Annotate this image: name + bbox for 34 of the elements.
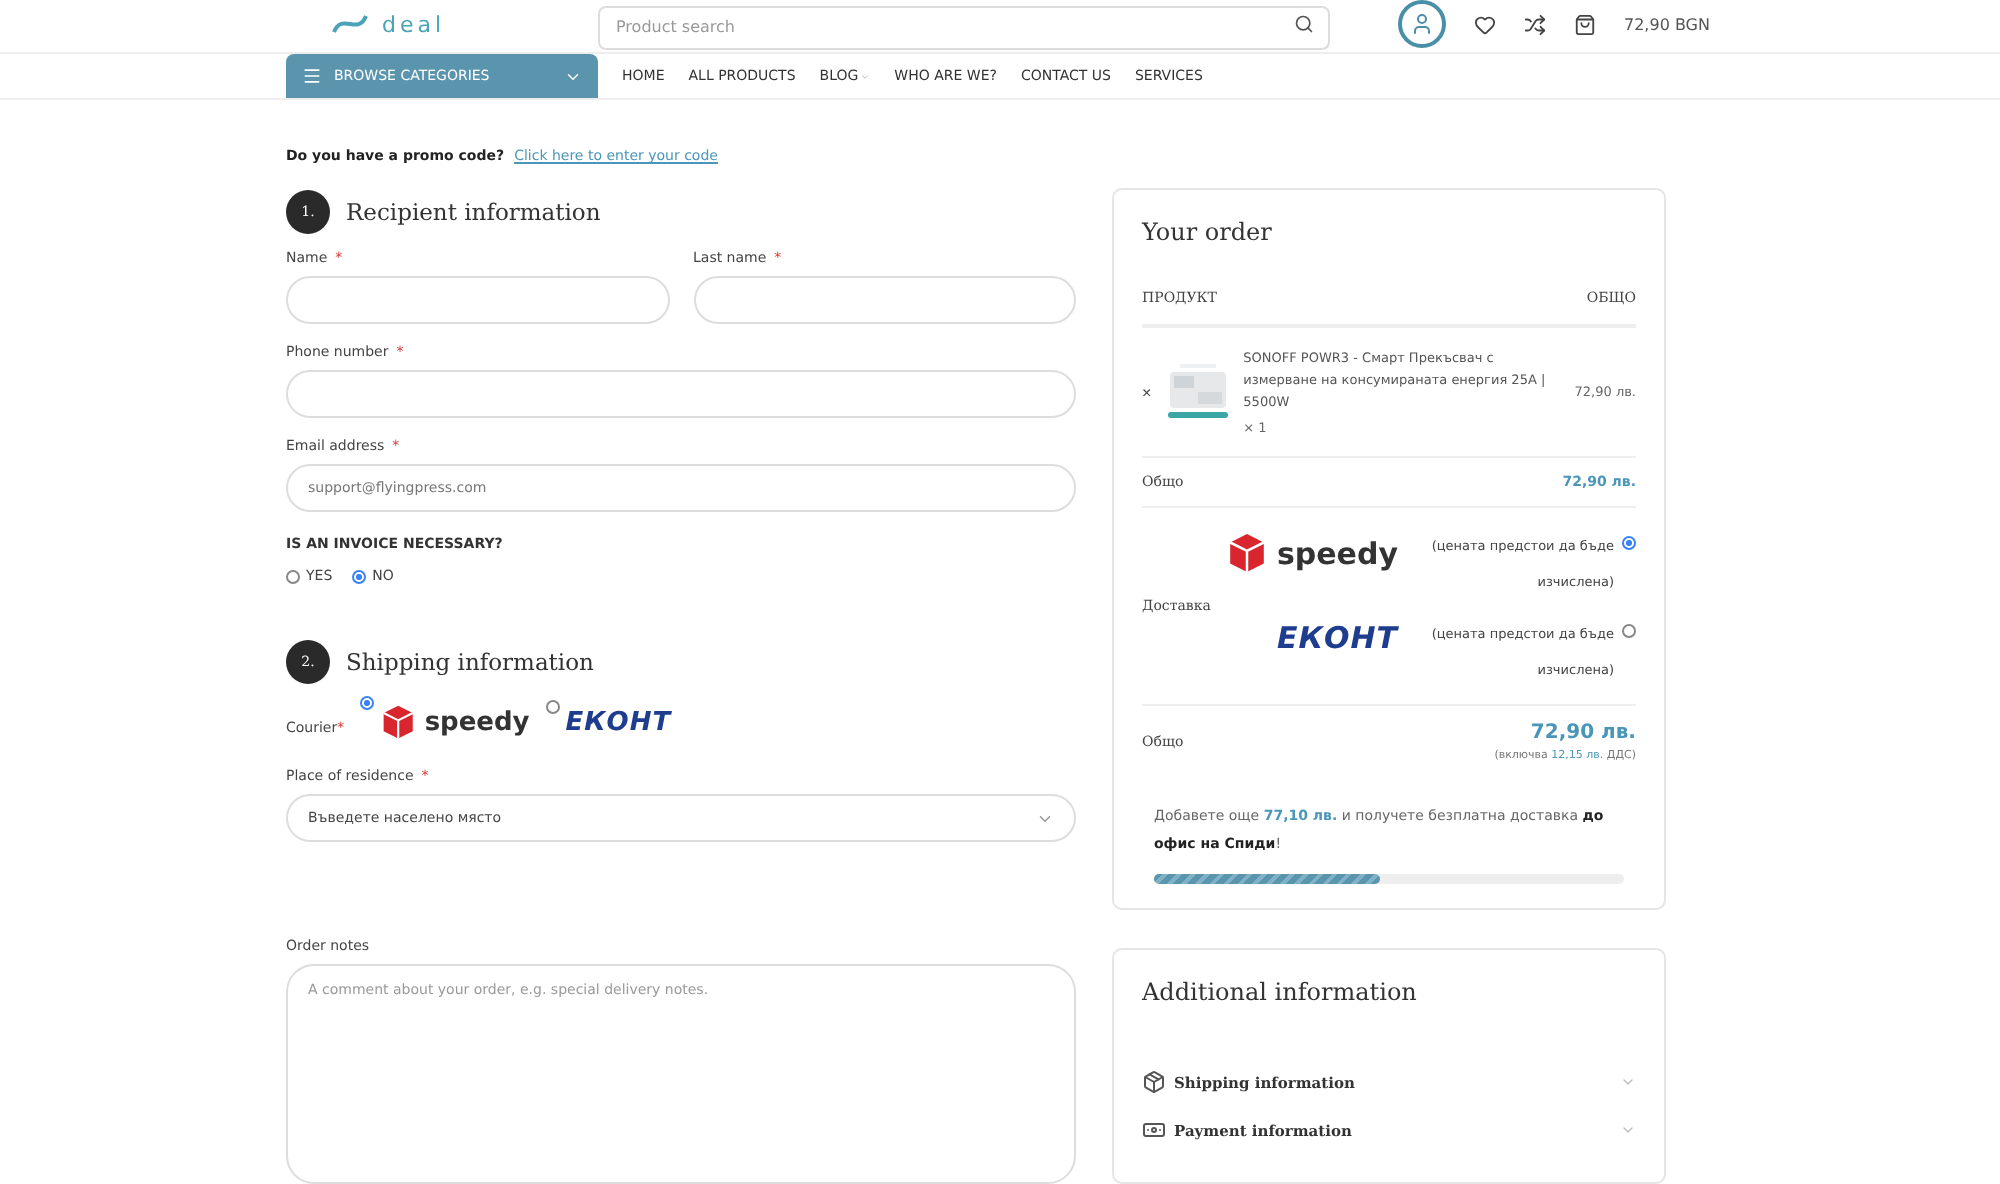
chevron-down-icon xyxy=(1620,1122,1636,1138)
remove-button[interactable]: × xyxy=(1142,383,1152,401)
banknote-icon xyxy=(1142,1118,1166,1142)
courier-name: ЕКОНТ xyxy=(1276,620,1398,656)
search-icon[interactable] xyxy=(1294,14,1314,34)
courier-name: speedy xyxy=(1276,535,1398,571)
courier-name: speedy xyxy=(424,707,530,738)
chevron-down-icon xyxy=(1620,1074,1636,1090)
courier-name: ЕКОНТ xyxy=(565,707,672,738)
account-button[interactable] xyxy=(1398,0,1446,48)
bag-icon[interactable] xyxy=(1574,13,1596,35)
card-title: Your order xyxy=(1142,218,1274,246)
total-value: 72,90 лв. xyxy=(1530,722,1636,744)
section-title: Shipping information xyxy=(346,648,594,676)
cart-total[interactable]: 72,90 BGN xyxy=(1624,15,1710,33)
courier-radio[interactable] xyxy=(360,696,375,710)
user-icon xyxy=(1410,12,1434,36)
shuffle-icon[interactable] xyxy=(1524,13,1546,35)
search-field[interactable]: Product search xyxy=(598,5,1330,49)
chevron-down-icon xyxy=(860,71,871,81)
input-field[interactable] xyxy=(286,276,669,324)
menu-icon xyxy=(302,66,322,86)
delivery-radio[interactable] xyxy=(1622,624,1636,638)
logo-text: deal xyxy=(382,11,446,37)
input-field[interactable] xyxy=(286,370,1076,418)
package-icon xyxy=(1142,1070,1166,1094)
heart-icon[interactable] xyxy=(1474,13,1496,35)
delivery-radio[interactable] xyxy=(1622,536,1636,550)
box-icon xyxy=(380,704,417,741)
box-icon xyxy=(1226,532,1269,574)
courier-radio[interactable] xyxy=(545,699,560,714)
input-field[interactable] xyxy=(693,276,1076,324)
section-title: Recipient information xyxy=(346,198,601,226)
card-title: Additional information xyxy=(1142,978,1419,1006)
